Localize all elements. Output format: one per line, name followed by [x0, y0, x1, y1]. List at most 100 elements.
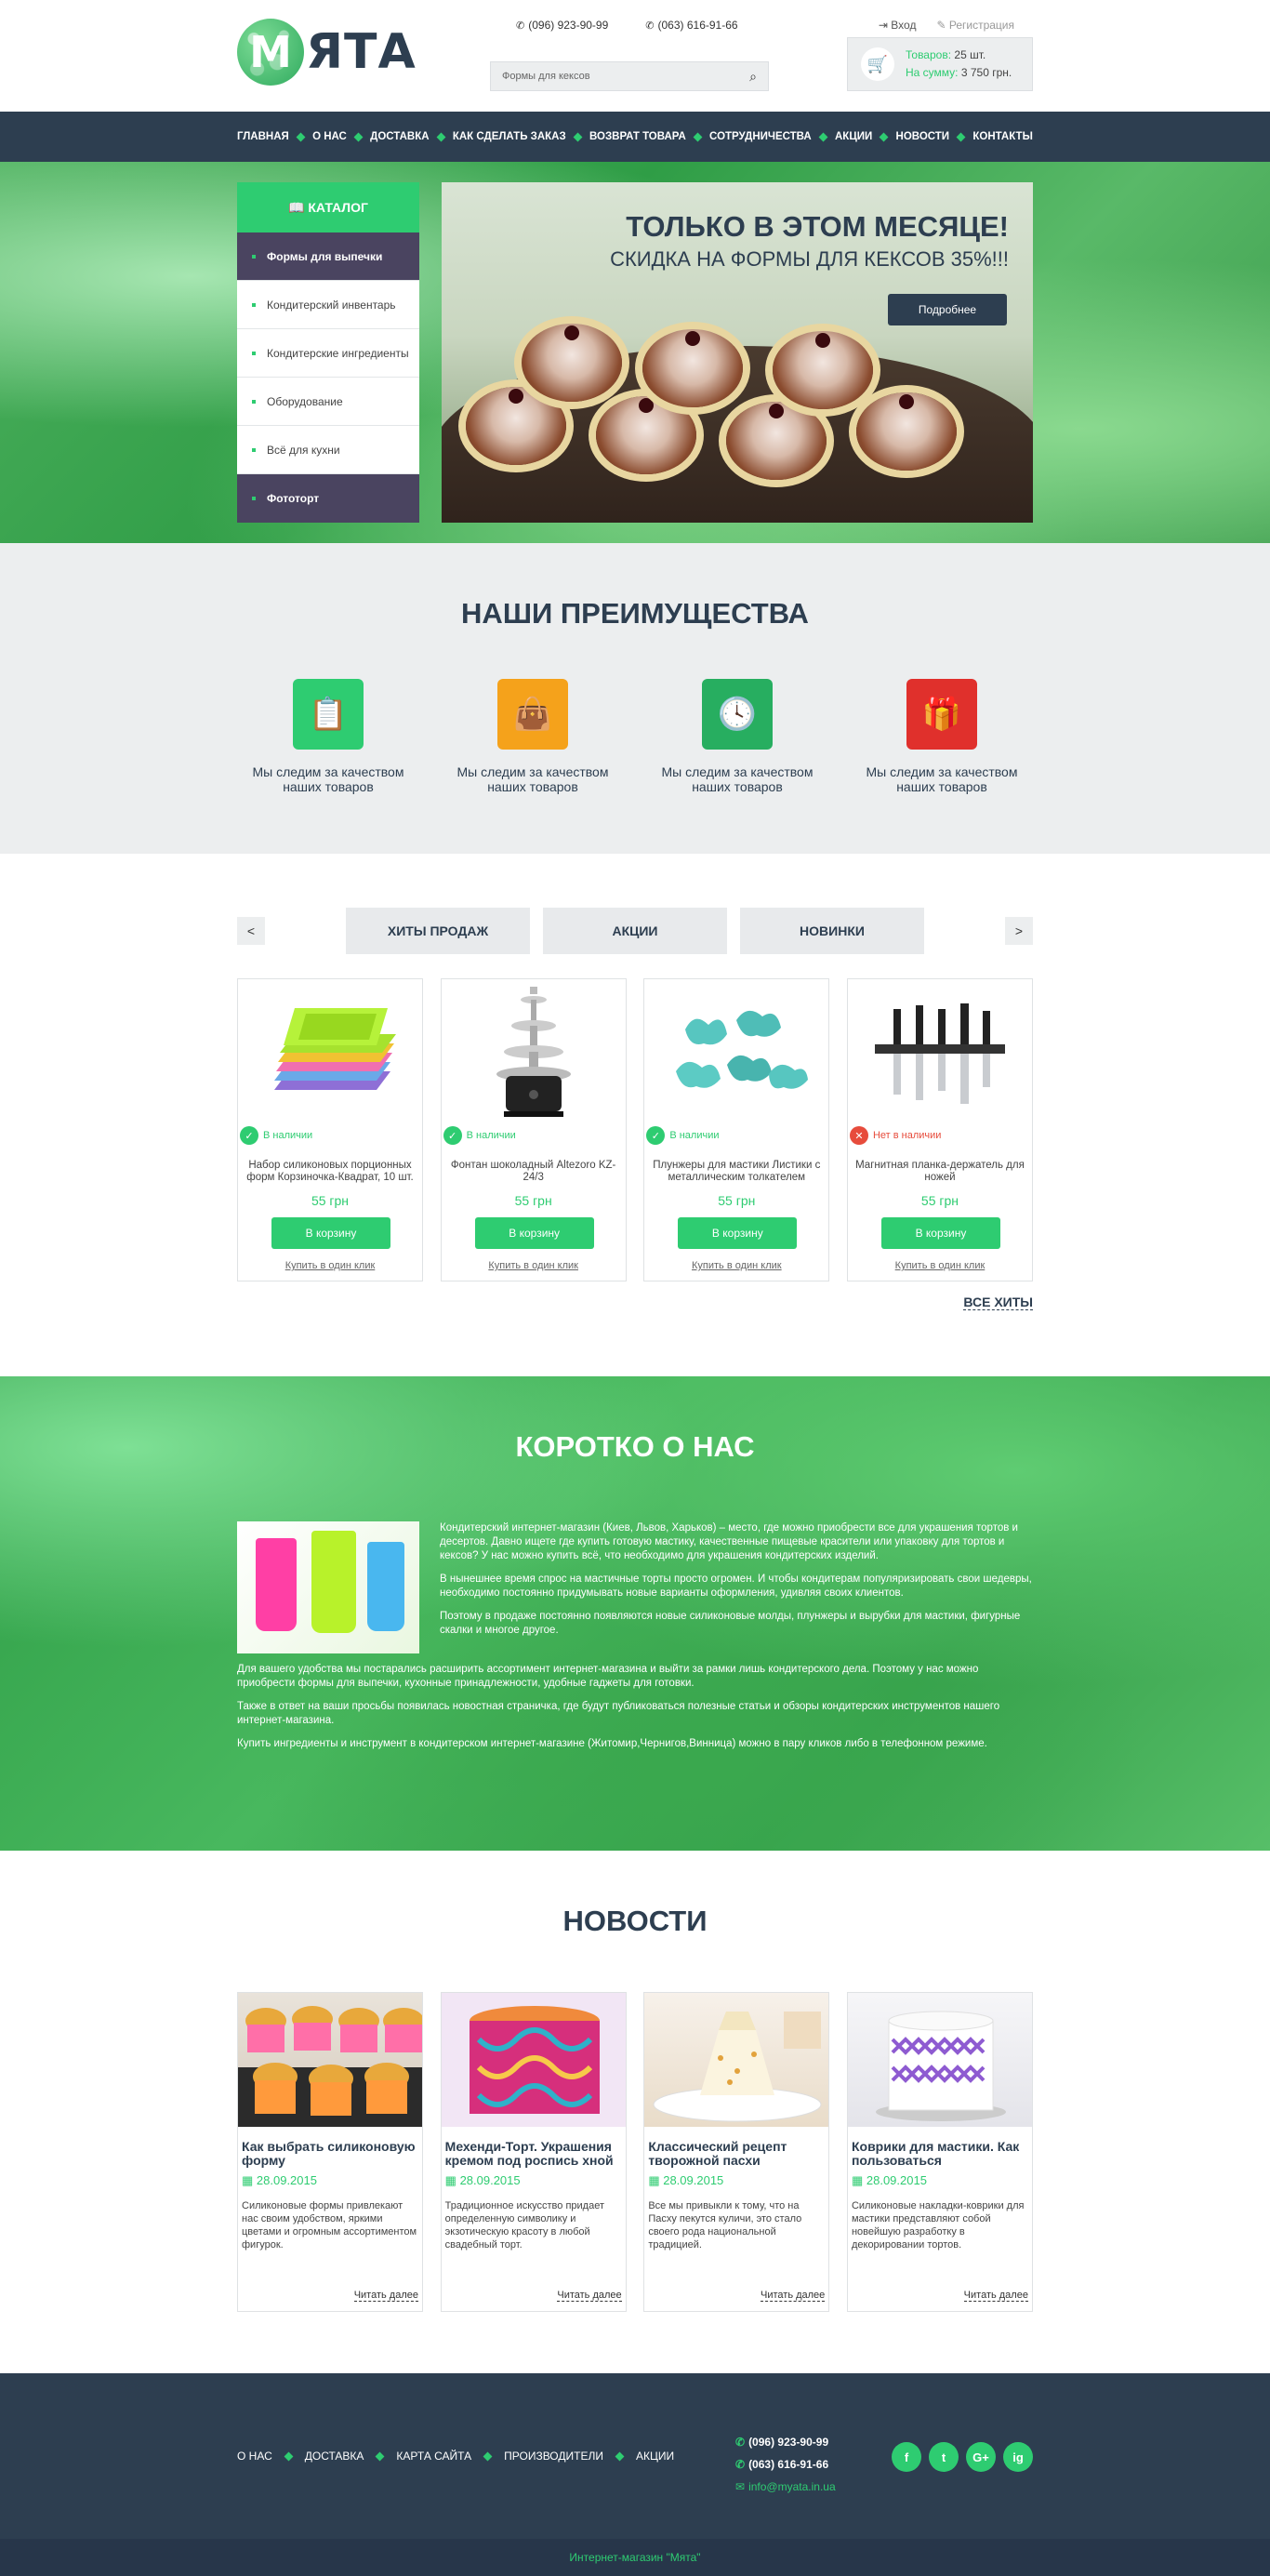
footer-phone-1[interactable]: ✆ (096) 923-90-99	[735, 2431, 836, 2453]
footer: О НАС ДОСТАВКА КАРТА САЙТА ПРОИЗВОДИТЕЛИ…	[0, 2373, 1270, 2539]
catalog-header[interactable]: 📖 КАТАЛОГ	[237, 182, 419, 232]
search-icon[interactable]: ⌕	[749, 69, 757, 85]
product-image[interactable]	[848, 979, 1032, 1126]
footer-link-about[interactable]: О НАС	[237, 2450, 272, 2463]
nav-separator	[956, 132, 966, 141]
footer-email[interactable]: ✉ info@myata.in.ua	[735, 2476, 836, 2498]
nav-item-about[interactable]: О НАС	[312, 131, 347, 142]
google-plus-icon[interactable]: G+	[966, 2442, 996, 2472]
news-image[interactable]	[847, 1993, 1032, 2127]
news-image[interactable]	[644, 1993, 829, 2127]
clipboard-icon: 📋	[293, 679, 364, 750]
catalog-item-inventory[interactable]: Кондитерский инвентарь	[237, 281, 419, 329]
add-to-cart-button[interactable]: В корзину	[880, 1217, 1000, 1249]
read-more-link[interactable]: Читать далее	[557, 2290, 622, 2302]
read-more-link[interactable]: Читать далее	[353, 2290, 418, 2302]
catalog-item-photocake[interactable]: Фототорт	[237, 474, 419, 523]
banner-subtitle: СКИДКА НА ФОРМЫ ДЛЯ КЕКСОВ 35%!!!	[610, 247, 1009, 271]
news-title-link[interactable]: Мехенди-Торт. Украшения кремом под роспи…	[442, 2127, 626, 2170]
advantage-text: Мы следим за качеством наших товаров	[252, 764, 404, 794]
search-input[interactable]: Формы для кексов ⌕	[490, 61, 769, 91]
tab-hits[interactable]: ХИТЫ ПРОДАЖ	[346, 908, 530, 954]
nav-item-delivery[interactable]: ДОСТАВКА	[370, 131, 429, 142]
product-image[interactable]	[644, 979, 828, 1126]
nav-item-news[interactable]: НОВОСТИ	[896, 131, 950, 142]
news-title-link[interactable]: Коврики для мастики. Как пользоваться	[848, 2127, 1032, 2170]
catalog-item-label: Всё для кухни	[267, 443, 340, 457]
buy-one-click-link[interactable]: Купить в один клик	[238, 1260, 422, 1271]
product-card: ✓ В наличии Набор силиконовых порционных …	[237, 978, 423, 1281]
instagram-icon[interactable]: ig	[1003, 2442, 1033, 2472]
news-title: НОВОСТИ	[562, 1905, 708, 1937]
product-name[interactable]: Плунжеры для мастики Листики с металличе…	[648, 1160, 825, 1184]
calendar-icon: ▦	[648, 2173, 664, 2187]
nav-item-sales[interactable]: АКЦИИ	[835, 131, 872, 142]
product-name[interactable]: Набор силиконовых порционных форм Корзин…	[242, 1160, 418, 1184]
product-price: 55 грн	[514, 1193, 552, 1208]
logo-letter: М	[249, 27, 292, 77]
catalog-item-kitchen[interactable]: Всё для кухни	[237, 426, 419, 474]
read-more-link[interactable]: Читать далее	[761, 2290, 826, 2302]
stock-status: ✕ Нет в наличии	[849, 1126, 941, 1145]
read-more-link[interactable]: Читать далее	[963, 2290, 1028, 2302]
advantage-item: 🎁 Мы следим за качеством наших товаров	[851, 679, 1033, 794]
news-title-link[interactable]: Классический рецепт творожной пасхи	[644, 2127, 828, 2170]
facebook-icon[interactable]: f	[892, 2442, 921, 2472]
phone-2-text: (063) 616-91-66	[657, 19, 738, 32]
news-card: Мехенди-Торт. Украшения кремом под роспи…	[440, 1992, 627, 2312]
news-image[interactable]	[238, 1993, 422, 2127]
news-title-link[interactable]: Как выбрать силиконовую форму	[238, 2127, 422, 2170]
catalog-item-label: Кондитерский инвентарь	[267, 298, 396, 312]
logo[interactable]: М ЯТА	[237, 19, 417, 86]
footer-link-sitemap[interactable]: КАРТА САЙТА	[396, 2450, 471, 2463]
nav-separator	[296, 132, 306, 141]
nav-item-home[interactable]: ГЛАВНАЯ	[237, 131, 289, 142]
banner-details-button[interactable]: Подробнее	[888, 294, 1007, 325]
promo-banner[interactable]: ТОЛЬКО В ЭТОМ МЕСЯЦЕ! СКИДКА НА ФОРМЫ ДЛ…	[442, 182, 1033, 523]
register-link[interactable]: ✎ Регистрация	[936, 19, 1014, 32]
nav-item-cooperation[interactable]: СОТРУДНИЧЕСТВА	[709, 131, 812, 142]
clock-icon: 🕓	[702, 679, 773, 750]
next-arrow-button[interactable]: >	[1005, 917, 1033, 945]
phone-icon: ✆	[516, 20, 525, 32]
footer-link-manufacturers[interactable]: ПРОИЗВОДИТЕЛИ	[504, 2450, 603, 2463]
news-image[interactable]	[441, 1993, 626, 2127]
catalog-item-equipment[interactable]: Оборудование	[237, 378, 419, 426]
buy-one-click-link[interactable]: Купить в один клик	[442, 1260, 626, 1271]
logo-text: ЯТА	[306, 24, 417, 80]
nav-item-returns[interactable]: ВОЗВРАТ ТОВАРА	[589, 131, 686, 142]
nav-separator	[879, 132, 889, 141]
login-link[interactable]: ⇥ Вход	[879, 19, 917, 32]
login-icon: ⇥	[878, 19, 892, 32]
cart-widget[interactable]: 🛒 Товаров: 25 шт. На сумму: 3 750 грн.	[847, 37, 1033, 91]
bullet-icon	[252, 447, 256, 452]
catalog-item-ingredients[interactable]: Кондитерские ингредиенты	[237, 329, 419, 378]
nav-item-contacts[interactable]: КОНТАКТЫ	[972, 131, 1032, 142]
add-to-cart-button[interactable]: В корзину	[474, 1217, 594, 1249]
footer-link-delivery[interactable]: ДОСТАВКА	[305, 2450, 364, 2463]
tab-new[interactable]: НОВИНКИ	[740, 908, 924, 954]
nav-item-how-to-order[interactable]: КАК СДЕЛАТЬ ЗАКАЗ	[453, 131, 566, 142]
catalog-item-baking-forms[interactable]: Формы для выпечки	[237, 232, 419, 281]
add-to-cart-button[interactable]: В корзину	[678, 1217, 798, 1249]
footer-link-sales[interactable]: АКЦИИ	[636, 2450, 674, 2463]
advantage-item: 🕓 Мы следим за качеством наших товаров	[646, 679, 828, 794]
news-date: ▦ 28.09.2015	[242, 2173, 317, 2187]
logo-mark: М	[237, 19, 304, 86]
buy-one-click-link[interactable]: Купить в один клик	[644, 1260, 828, 1271]
product-image[interactable]	[238, 979, 422, 1126]
phone-1[interactable]: ✆ (096) 923-90-99	[516, 19, 608, 32]
twitter-icon[interactable]: t	[929, 2442, 959, 2472]
phone-2[interactable]: ✆ (063) 616-91-66	[645, 19, 737, 32]
cart-sum-label: На сумму:	[906, 66, 959, 79]
product-name[interactable]: Фонтан шоколадный Altezoro KZ-24/3	[445, 1160, 622, 1184]
catalog-item-label: Фототорт	[267, 492, 320, 505]
product-image[interactable]	[442, 979, 626, 1126]
product-name[interactable]: Магнитная планка-держатель для ножей	[852, 1160, 1028, 1184]
footer-phone-2[interactable]: ✆ (063) 616-91-66	[735, 2453, 836, 2476]
tab-sales[interactable]: АКЦИИ	[543, 908, 727, 954]
buy-one-click-link[interactable]: Купить в один клик	[848, 1260, 1032, 1271]
all-hits-link[interactable]: ВСЕ ХИТЫ	[963, 1295, 1033, 1310]
prev-arrow-button[interactable]: <	[237, 917, 265, 945]
add-to-cart-button[interactable]: В корзину	[271, 1217, 390, 1249]
